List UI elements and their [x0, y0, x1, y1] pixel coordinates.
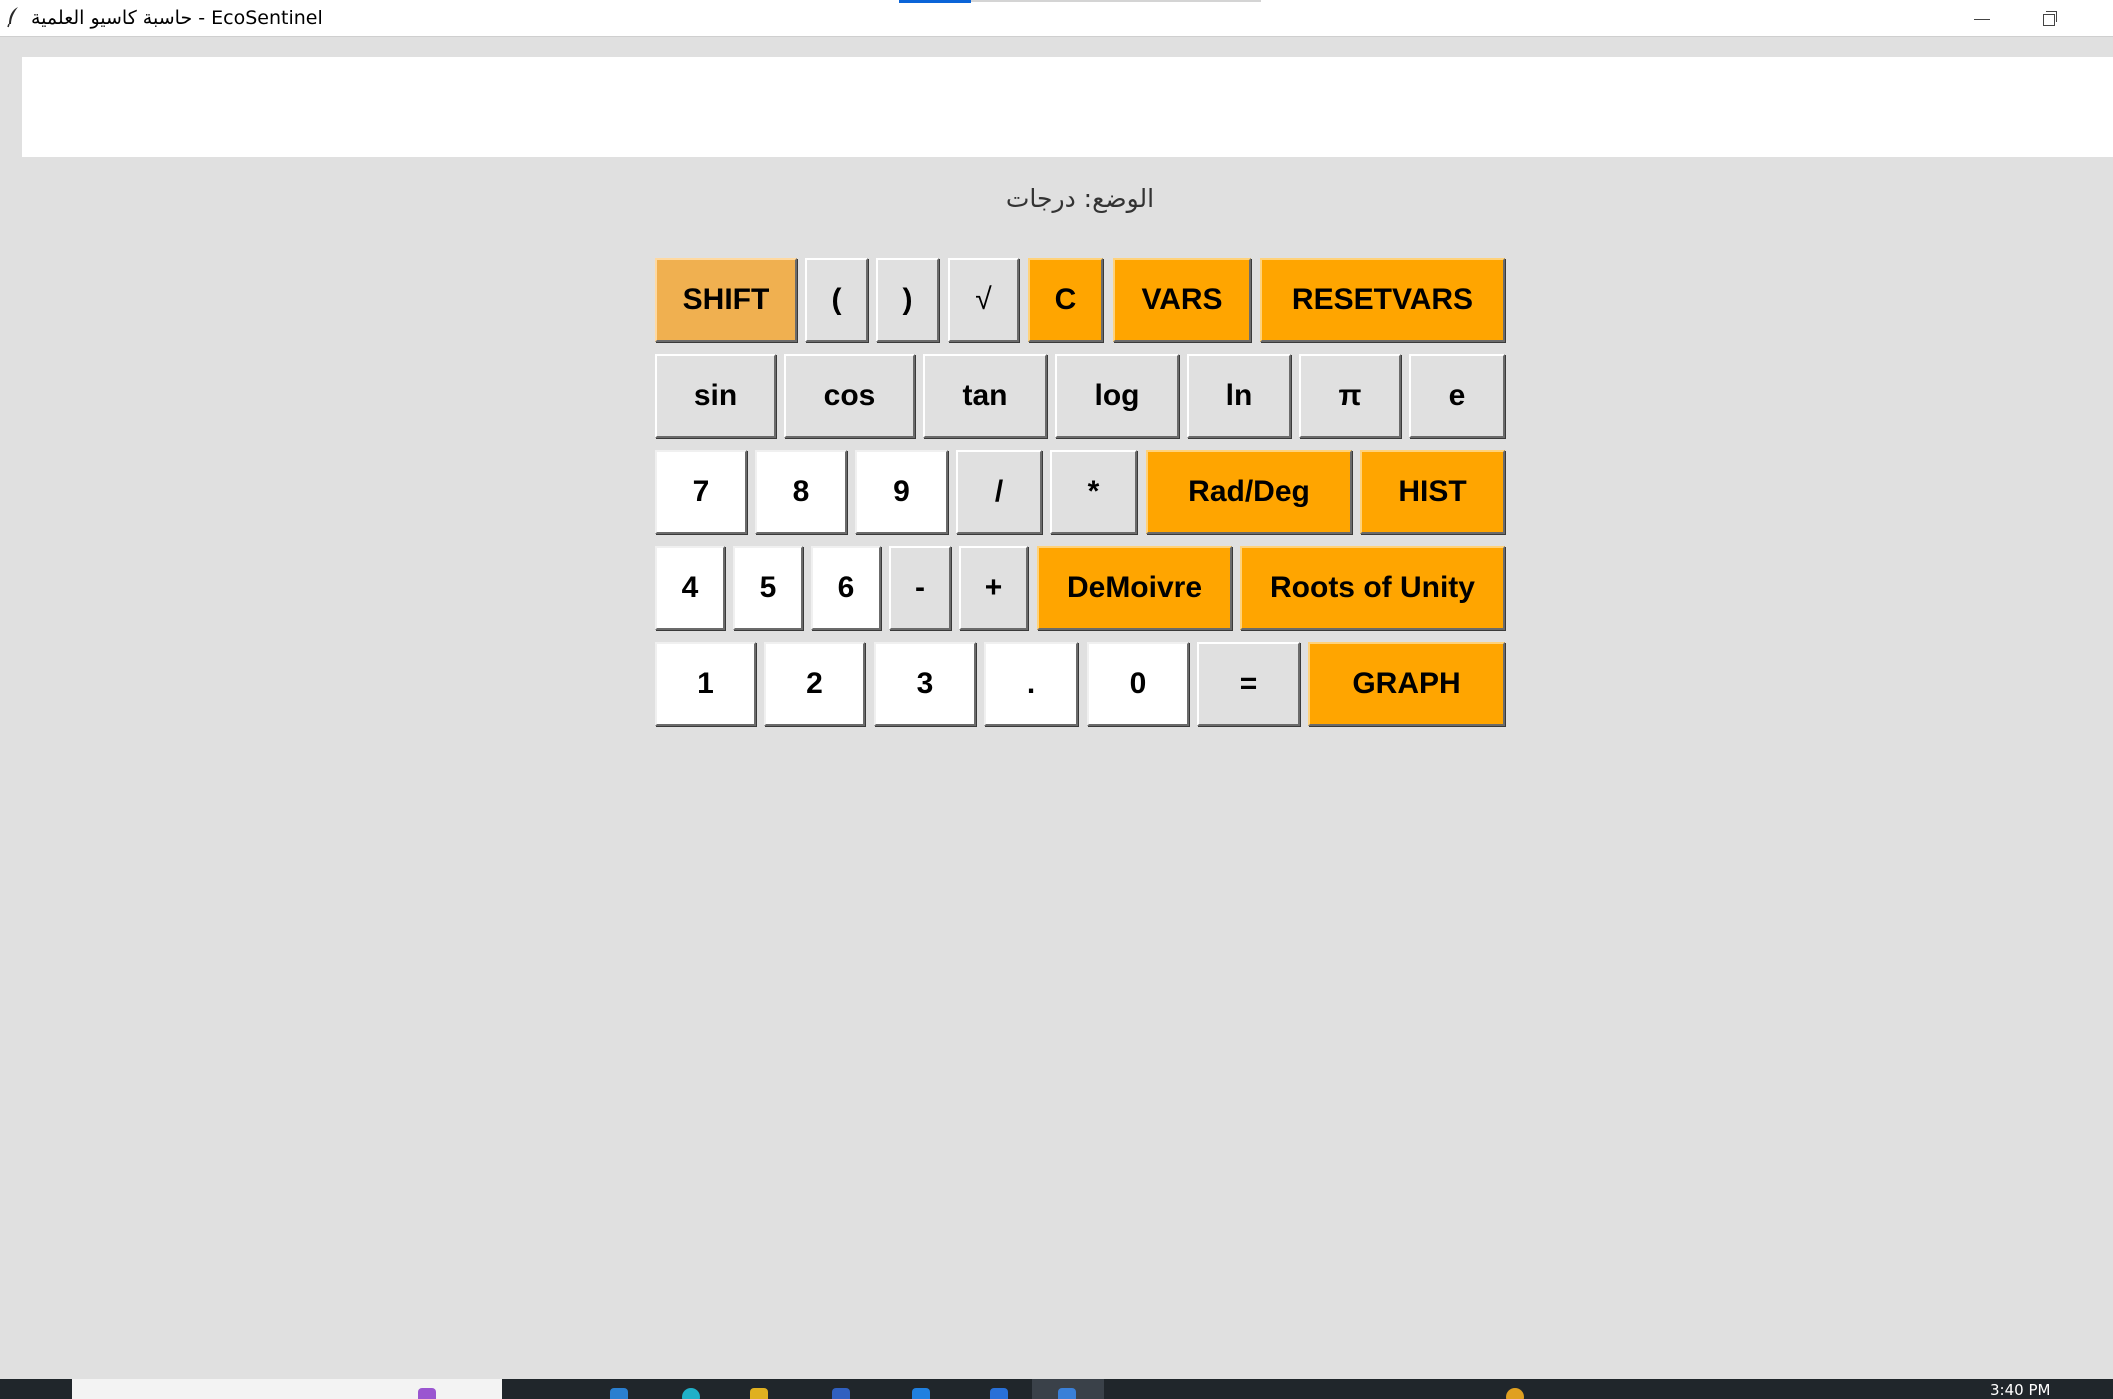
title-tab-indicator — [899, 0, 971, 3]
cos-button[interactable]: cos — [784, 354, 915, 438]
taskbar-app-icon[interactable] — [1058, 1388, 1076, 1399]
calculator-window: حاسبة كاسيو العلمية - EcoSentinel الوضع:… — [0, 0, 2113, 1399]
restore-icon — [2043, 11, 2057, 26]
taskbar-app-icon[interactable] — [682, 1388, 700, 1399]
taskbar-search-box[interactable] — [72, 1379, 502, 1399]
right-paren-button[interactable]: ) — [876, 258, 939, 342]
window-title: حاسبة كاسيو العلمية - EcoSentinel — [31, 7, 323, 29]
taskbar-tray-icon[interactable] — [1506, 1388, 1524, 1399]
taskbar-app-icon[interactable] — [832, 1388, 850, 1399]
minimize-icon — [1974, 18, 1990, 20]
zero-button[interactable]: 0 — [1087, 642, 1189, 726]
plus-button[interactable]: + — [959, 546, 1028, 630]
clear-button[interactable]: C — [1028, 258, 1103, 342]
sin-button[interactable]: sin — [655, 354, 776, 438]
roots-of-unity-button[interactable]: Roots of Unity — [1240, 546, 1505, 630]
tan-button[interactable]: tan — [923, 354, 1047, 438]
graph-button[interactable]: GRAPH — [1308, 642, 1505, 726]
nine-button[interactable]: 9 — [855, 450, 948, 534]
divide-button[interactable]: / — [956, 450, 1042, 534]
log-button[interactable]: log — [1055, 354, 1179, 438]
shift-button[interactable]: SHIFT — [655, 258, 797, 342]
sqrt-button[interactable]: √ — [948, 258, 1019, 342]
decimal-button[interactable]: . — [984, 642, 1078, 726]
pi-button[interactable]: π — [1299, 354, 1401, 438]
equals-button[interactable]: = — [1197, 642, 1300, 726]
six-button[interactable]: 6 — [811, 546, 881, 630]
multiply-button[interactable]: * — [1050, 450, 1137, 534]
restore-button[interactable] — [2016, 0, 2084, 36]
taskbar-app-icon[interactable] — [990, 1388, 1008, 1399]
mode-label: الوضع: درجات — [1005, 184, 1155, 213]
eight-button[interactable]: 8 — [755, 450, 847, 534]
title-tab-track — [971, 0, 1261, 2]
minimize-button[interactable] — [1948, 0, 2016, 36]
title-bar: حاسبة كاسيو العلمية - EcoSentinel — [0, 0, 2113, 37]
vars-button[interactable]: VARS — [1113, 258, 1251, 342]
left-paren-button[interactable]: ( — [805, 258, 868, 342]
demoivre-button[interactable]: DeMoivre — [1037, 546, 1232, 630]
taskbar-clock[interactable]: 3:40 PM — [1990, 1381, 2050, 1399]
hist-button[interactable]: HIST — [1360, 450, 1505, 534]
ln-button[interactable]: ln — [1187, 354, 1291, 438]
minus-button[interactable]: - — [889, 546, 951, 630]
taskbar-app-icon[interactable] — [610, 1388, 628, 1399]
four-button[interactable]: 4 — [655, 546, 725, 630]
rad-deg-button[interactable]: Rad/Deg — [1146, 450, 1352, 534]
feather-icon — [6, 6, 22, 28]
seven-button[interactable]: 7 — [655, 450, 747, 534]
five-button[interactable]: 5 — [733, 546, 803, 630]
one-button[interactable]: 1 — [655, 642, 756, 726]
taskbar-app-icon[interactable] — [912, 1388, 930, 1399]
two-button[interactable]: 2 — [764, 642, 865, 726]
taskbar-app-icon[interactable] — [750, 1388, 768, 1399]
e-button[interactable]: e — [1409, 354, 1505, 438]
three-button[interactable]: 3 — [874, 642, 976, 726]
taskbar-app-icon[interactable] — [418, 1388, 436, 1399]
display-field[interactable] — [22, 57, 2113, 157]
resetvars-button[interactable]: RESETVARS — [1260, 258, 1505, 342]
